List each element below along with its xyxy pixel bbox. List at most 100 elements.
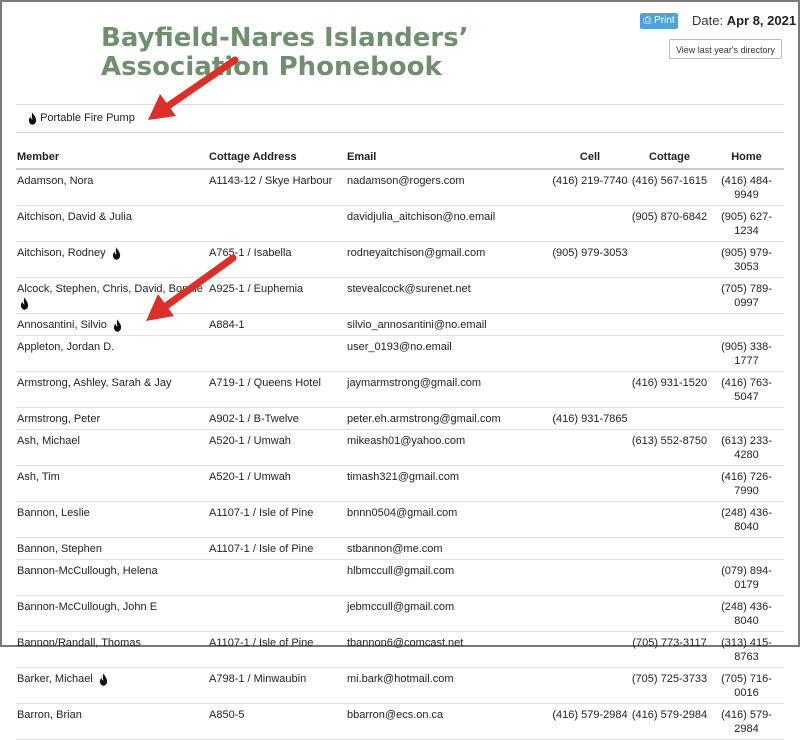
email-cell: davidjulia_aitchison@no.email bbox=[346, 205, 549, 242]
email-link[interactable]: peter.eh.armstrong@gmail.com bbox=[347, 413, 501, 425]
email-link[interactable]: nadamson@rogers.com bbox=[347, 175, 465, 187]
print-button[interactable]: ⎙ Print bbox=[640, 13, 678, 29]
email-cell: stbannon@me.com bbox=[346, 537, 549, 560]
email-cell: bbarron@ecs.on.ca bbox=[346, 703, 549, 740]
email-cell: mi.bark@hotmail.com bbox=[346, 667, 549, 704]
email-cell: bnnn0504@gmail.com bbox=[346, 501, 549, 538]
table-row: Bannon/Randall, Thomas A1107-1 / Isle of … bbox=[16, 631, 784, 668]
view-last-year-button[interactable]: View last year's directory bbox=[669, 39, 782, 59]
column-header-address[interactable]: Cottage Address bbox=[208, 149, 346, 170]
cottage-phone-cell: (705) 773-3117 bbox=[630, 631, 708, 668]
member-name-cell: Bannon-McCullough, Helena bbox=[16, 559, 208, 596]
cell-phone-cell bbox=[549, 595, 630, 632]
email-cell: rodneyaitchison@gmail.com bbox=[346, 241, 549, 278]
email-link[interactable]: rodneyaitchison@gmail.com bbox=[347, 247, 485, 259]
email-cell: user_0193@no.email bbox=[346, 335, 549, 372]
email-link[interactable]: mi.bark@hotmail.com bbox=[347, 673, 454, 685]
cottage-phone-cell bbox=[630, 407, 708, 430]
cell-phone-cell: (416) 931-7865 bbox=[549, 407, 630, 430]
cottage-phone-cell: (905) 870-6842 bbox=[630, 205, 708, 242]
cottage-phone-cell: (705) 725-3733 bbox=[630, 667, 708, 704]
home-phone-cell bbox=[708, 537, 784, 560]
member-name-cell: Alcock, Stephen, Chris, David, Bonnie bbox=[16, 277, 208, 314]
cottage-phone-cell: (613) 552-8750 bbox=[630, 429, 708, 466]
home-phone-cell: (416) 484-9949 bbox=[708, 169, 784, 206]
member-name-cell: Annosantini, Silvio bbox=[16, 313, 208, 336]
email-link[interactable]: jebmccull@gmail.com bbox=[347, 601, 454, 613]
home-phone-cell: (079) 894-0179 bbox=[708, 559, 784, 596]
page-title: Bayfield-Nares Islanders’ Association Ph… bbox=[101, 23, 469, 82]
email-link[interactable]: timash321@gmail.com bbox=[347, 471, 459, 483]
printer-icon: ⎙ bbox=[643, 15, 652, 26]
cottage-address-cell: A850-5 bbox=[208, 703, 346, 740]
email-link[interactable]: davidjulia_aitchison@no.email bbox=[347, 211, 495, 223]
email-link[interactable]: jaymarmstrong@gmail.com bbox=[347, 377, 481, 389]
column-header-cell[interactable]: Cell bbox=[549, 149, 630, 170]
flame-icon bbox=[99, 672, 108, 686]
home-phone-cell: (416) 726-7990 bbox=[708, 465, 784, 502]
email-cell: nadamson@rogers.com bbox=[346, 169, 549, 206]
cottage-phone-cell: (416) 931-1520 bbox=[630, 371, 708, 408]
cottage-address-cell bbox=[208, 335, 346, 372]
flame-icon bbox=[20, 296, 29, 310]
email-link[interactable]: bnnn0504@gmail.com bbox=[347, 507, 457, 519]
email-cell: stevealcock@surenet.net bbox=[346, 277, 549, 314]
cottage-address-cell bbox=[208, 595, 346, 632]
column-header-email[interactable]: Email bbox=[346, 149, 549, 170]
table-row: Bannon-McCullough, John E jebmccull@gmail… bbox=[16, 595, 784, 632]
cell-phone-cell bbox=[549, 371, 630, 408]
home-phone-cell: (313) 415-8763 bbox=[708, 631, 784, 668]
email-link[interactable]: silvio_annosantini@no.email bbox=[347, 319, 487, 331]
email-link[interactable]: tbannon6@comcast.net bbox=[347, 637, 463, 649]
email-link[interactable]: stbannon@me.com bbox=[347, 543, 443, 555]
table-row: Barker, Michael A798-1 / Minwaubin mi.bar… bbox=[16, 667, 784, 704]
cell-phone-cell bbox=[549, 277, 630, 314]
cell-phone-cell bbox=[549, 559, 630, 596]
cottage-phone-cell bbox=[630, 313, 708, 336]
cottage-address-cell: A520-1 / Umwah bbox=[208, 465, 346, 502]
member-name-cell: Barron, Brian bbox=[16, 703, 208, 740]
table-row: Annosantini, Silvio A884-1 silvio_annosan… bbox=[16, 313, 784, 336]
table-body: Adamson, Nora A1143-12 / Skye Harbour nada… bbox=[16, 169, 784, 740]
home-phone-cell: (905) 979-3053 bbox=[708, 241, 784, 278]
email-cell: timash321@gmail.com bbox=[346, 465, 549, 502]
email-link[interactable]: stevealcock@surenet.net bbox=[347, 283, 471, 295]
email-link[interactable]: bbarron@ecs.on.ca bbox=[347, 709, 443, 721]
cottage-address-cell: A902-1 / B-Twelve bbox=[208, 407, 346, 430]
member-name-cell: Bannon-McCullough, John E bbox=[16, 595, 208, 632]
member-name-cell: Bannon/Randall, Thomas bbox=[16, 631, 208, 668]
cottage-address-cell: A719-1 / Queens Hotel bbox=[208, 371, 346, 408]
cottage-phone-cell bbox=[630, 537, 708, 560]
cottage-address-cell: A1143-12 / Skye Harbour bbox=[208, 169, 346, 206]
cottage-address-cell: A1107-1 / Isle of Pine bbox=[208, 537, 346, 560]
column-header-cottage[interactable]: Cottage bbox=[630, 149, 708, 170]
table-header-row: Member Cottage Address Email Cell Cottag… bbox=[16, 149, 784, 170]
cottage-address-cell: A925-1 / Euphemia bbox=[208, 277, 346, 314]
cell-phone-cell bbox=[549, 631, 630, 668]
table-row: Armstrong, Peter A902-1 / B-Twelve peter.e… bbox=[16, 407, 784, 430]
cottage-phone-cell bbox=[630, 335, 708, 372]
home-phone-cell: (613) 233-4280 bbox=[708, 429, 784, 466]
column-header-member[interactable]: Member bbox=[16, 149, 208, 170]
table-row: Aitchison, Rodney A765-1 / Isabella rodne… bbox=[16, 241, 784, 278]
column-header-home[interactable]: Home bbox=[708, 149, 784, 170]
cell-phone-cell bbox=[549, 465, 630, 502]
home-phone-cell: (248) 436-8040 bbox=[708, 595, 784, 632]
member-name-cell: Adamson, Nora bbox=[16, 169, 208, 206]
member-name-cell: Ash, Tim bbox=[16, 465, 208, 502]
legend-label: Portable Fire Pump bbox=[40, 112, 135, 124]
cottage-address-cell: A1107-1 / Isle of Pine bbox=[208, 631, 346, 668]
email-link[interactable]: user_0193@no.email bbox=[347, 341, 452, 353]
cottage-address-cell: A1107-1 / Isle of Pine bbox=[208, 501, 346, 538]
email-link[interactable]: hlbmccull@gmail.com bbox=[347, 565, 454, 577]
member-name-cell: Bannon, Stephen bbox=[16, 537, 208, 560]
cell-phone-cell: (416) 579-2984 bbox=[549, 703, 630, 740]
home-phone-cell bbox=[708, 313, 784, 336]
email-link[interactable]: mikeash01@yahoo.com bbox=[347, 435, 465, 447]
home-phone-cell: (416) 579-2984 bbox=[708, 703, 784, 740]
cottage-phone-cell bbox=[630, 241, 708, 278]
table-row: Adamson, Nora A1143-12 / Skye Harbour nada… bbox=[16, 169, 784, 206]
table-row: Aitchison, David & Julia davidjulia_aitch… bbox=[16, 205, 784, 242]
email-cell: mikeash01@yahoo.com bbox=[346, 429, 549, 466]
cell-phone-cell bbox=[549, 501, 630, 538]
